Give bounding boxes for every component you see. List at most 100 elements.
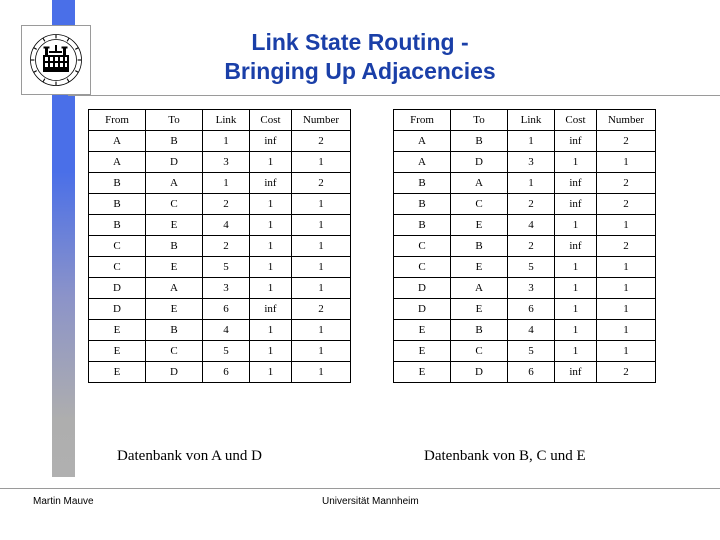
- table-row: DA311: [393, 277, 656, 299]
- cell-to: B: [145, 130, 203, 152]
- cell-to: E: [145, 256, 203, 278]
- caption-database-left: Datenbank von A und D: [117, 448, 262, 464]
- cell-link: 6: [202, 298, 250, 320]
- table-row: BE411: [88, 214, 351, 236]
- cell-number: 2: [291, 298, 351, 320]
- cell-number: 1: [291, 340, 351, 362]
- cell-from: C: [393, 256, 451, 278]
- cell-number: 2: [596, 172, 656, 194]
- cell-cost: inf: [249, 172, 292, 194]
- cell-number: 1: [291, 193, 351, 215]
- table-row: BC211: [88, 193, 351, 215]
- cell-number: 1: [596, 256, 656, 278]
- table-row: CE511: [88, 256, 351, 278]
- table-header-row: From To Link Cost Number: [88, 109, 351, 131]
- cell-link: 4: [507, 319, 555, 341]
- cell-number: 2: [291, 130, 351, 152]
- cell-from: C: [88, 256, 146, 278]
- link-state-database-table-left: From To Link Cost Number A B 1 inf 2 A D 3 1 1 B A 1…: [88, 109, 351, 383]
- cell-link: 2: [507, 193, 555, 215]
- cell-cost: 1: [554, 340, 597, 362]
- cell-from: B: [88, 172, 146, 194]
- footer-divider: [0, 488, 720, 489]
- cell-from: D: [393, 277, 451, 299]
- cell-cost: 1: [249, 193, 292, 215]
- cell-to: C: [450, 193, 508, 215]
- cell-cost: 1: [249, 319, 292, 341]
- cell-from: E: [88, 361, 146, 383]
- cell-cost: 1: [249, 340, 292, 362]
- cell-link: 5: [202, 340, 250, 362]
- table-row: CB211: [88, 235, 351, 257]
- cell-link: 2: [507, 235, 555, 257]
- university-logo: [21, 25, 91, 95]
- cell-cost: 1: [249, 277, 292, 299]
- table-row: A B 1 inf 2: [393, 130, 656, 152]
- column-header-from: From: [393, 109, 451, 131]
- cell-number: 2: [596, 361, 656, 383]
- cell-cost: 1: [554, 319, 597, 341]
- title-divider: [68, 95, 720, 96]
- cell-cost: inf: [554, 235, 597, 257]
- cell-number: 2: [596, 130, 656, 152]
- cell-link: 6: [507, 298, 555, 320]
- cell-from: B: [88, 193, 146, 215]
- cell-link: 5: [507, 340, 555, 362]
- cell-to: E: [450, 214, 508, 236]
- cell-number: 1: [291, 361, 351, 383]
- cell-link: 3: [507, 277, 555, 299]
- cell-from: C: [88, 235, 146, 257]
- cell-link: 1: [202, 130, 250, 152]
- cell-link: 3: [202, 151, 250, 173]
- cell-cost: inf: [249, 298, 292, 320]
- table-row: AD311: [88, 151, 351, 173]
- link-state-database-table-right: From To Link Cost Number A B 1 inf 2 A D 3 1 1 B A 1…: [393, 109, 656, 383]
- cell-number: 2: [596, 193, 656, 215]
- cell-to: C: [145, 193, 203, 215]
- cell-cost: 1: [554, 277, 597, 299]
- table-row: DE611: [393, 298, 656, 320]
- cell-link: 6: [507, 361, 555, 383]
- column-header-cost: Cost: [554, 109, 597, 131]
- page-title-line-1: Link State Routing -: [251, 29, 469, 55]
- cell-link: 5: [202, 256, 250, 278]
- table-row: CE511: [393, 256, 656, 278]
- cell-to: E: [450, 256, 508, 278]
- cell-from: E: [393, 361, 451, 383]
- cell-number: 1: [596, 298, 656, 320]
- cell-number: 1: [291, 214, 351, 236]
- column-header-link: Link: [202, 109, 250, 131]
- cell-from: B: [393, 214, 451, 236]
- cell-to: A: [450, 172, 508, 194]
- table-row: C B 2 inf 2: [393, 235, 656, 257]
- university-seal-icon: [27, 31, 85, 89]
- cell-from: A: [88, 130, 146, 152]
- cell-to: C: [450, 340, 508, 362]
- cell-from: D: [88, 298, 146, 320]
- footer-author: Martin Mauve: [33, 496, 94, 507]
- cell-number: 1: [291, 151, 351, 173]
- table-row: D E 6 inf 2: [88, 298, 351, 320]
- cell-cost: 1: [554, 151, 597, 173]
- cell-to: B: [450, 235, 508, 257]
- cell-number: 1: [596, 277, 656, 299]
- cell-cost: 1: [249, 151, 292, 173]
- cell-link: 1: [507, 130, 555, 152]
- column-header-cost: Cost: [249, 109, 292, 131]
- cell-from: E: [393, 340, 451, 362]
- cell-to: B: [450, 319, 508, 341]
- table-row: DA311: [88, 277, 351, 299]
- cell-cost: 1: [554, 298, 597, 320]
- cell-from: B: [393, 193, 451, 215]
- page-title: Link State Routing - Bringing Up Adjacen…: [100, 28, 620, 86]
- cell-link: 2: [202, 193, 250, 215]
- cell-cost: 1: [249, 235, 292, 257]
- column-header-to: To: [450, 109, 508, 131]
- cell-to: B: [145, 235, 203, 257]
- cell-number: 1: [291, 235, 351, 257]
- cell-to: B: [145, 319, 203, 341]
- column-header-number: Number: [291, 109, 351, 131]
- table-row: BE411: [393, 214, 656, 236]
- cell-from: E: [88, 340, 146, 362]
- cell-to: A: [450, 277, 508, 299]
